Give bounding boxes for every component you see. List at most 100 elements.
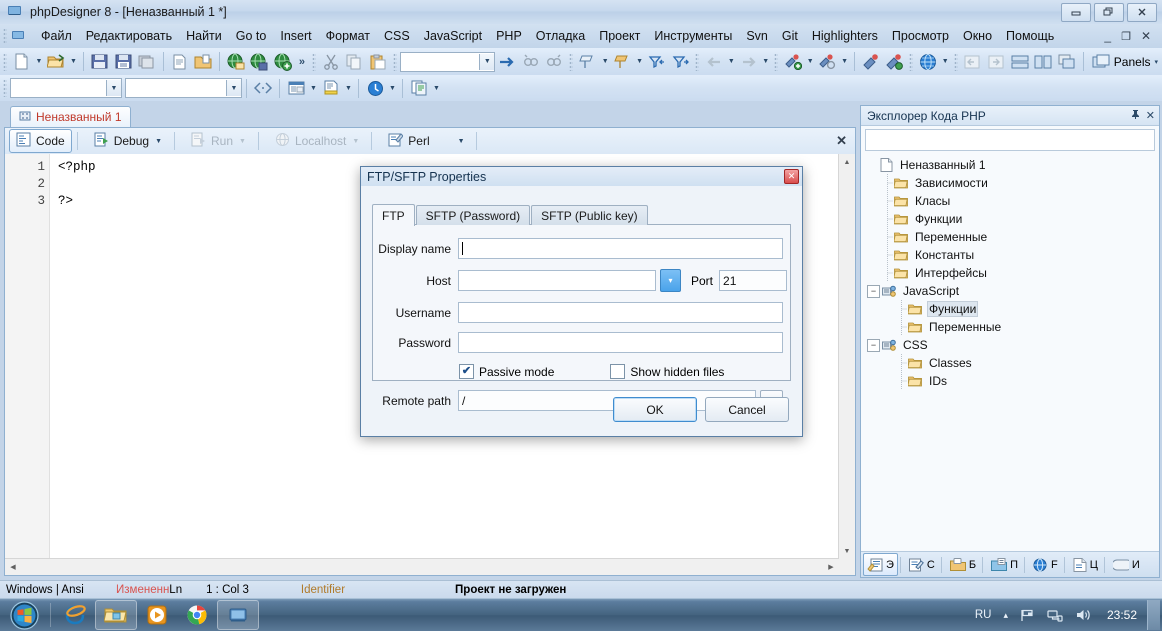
toolbar-gripper[interactable]: [569, 52, 574, 71]
editor-button-perl[interactable]: Perl ▼: [381, 129, 471, 153]
find-previous-icon[interactable]: [519, 50, 543, 73]
menu-item-insert[interactable]: Insert: [273, 26, 318, 46]
save-icon[interactable]: [88, 50, 112, 73]
bookmark-folder-icon[interactable]: [611, 50, 635, 73]
passive-mode-checkbox[interactable]: ✔: [459, 364, 474, 379]
next-document-icon[interactable]: [984, 50, 1008, 73]
prev-document-icon[interactable]: [961, 50, 985, 73]
code-template-dropdown-arrow[interactable]: ▼: [308, 78, 319, 99]
panel-tab-todo[interactable]: Ц: [1069, 553, 1102, 576]
close-button[interactable]: [1127, 2, 1157, 22]
sync-icon[interactable]: [363, 77, 387, 100]
tree-node[interactable]: Класы: [861, 192, 1159, 210]
panel-tab-ftp[interactable]: F: [1029, 553, 1062, 576]
bookmark-icon[interactable]: [576, 50, 600, 73]
code-tree[interactable]: Неназванный 1 Зависимости Класы Функции Пере…: [861, 153, 1159, 551]
tree-node[interactable]: Переменные: [861, 318, 1159, 336]
toolbar-gripper[interactable]: [909, 52, 914, 71]
tree-node[interactable]: Функции: [861, 210, 1159, 228]
bookmark-dropdown-arrow[interactable]: ▼: [600, 51, 611, 72]
tree-node[interactable]: − CSS: [861, 336, 1159, 354]
navigate-back-icon[interactable]: [702, 50, 726, 73]
tree-expander-icon[interactable]: −: [867, 338, 880, 352]
editor-button-code[interactable]: Code: [9, 129, 72, 153]
host-dropdown-button[interactable]: ▾: [660, 269, 681, 292]
menu-item-редактировать[interactable]: Редактировать: [79, 26, 179, 46]
minimize-button[interactable]: [1061, 2, 1091, 22]
clear-breakpoints-icon[interactable]: [859, 50, 883, 73]
split-horizontal-icon[interactable]: [1008, 50, 1032, 73]
chevron-down-icon[interactable]: ▼: [479, 53, 495, 70]
menu-item-найти[interactable]: Найти: [179, 26, 229, 46]
menu-item-формат[interactable]: Формат: [319, 26, 377, 46]
pin-icon[interactable]: [1130, 109, 1141, 123]
editor-vertical-scrollbar[interactable]: ▲: [838, 154, 855, 559]
open-file-dropdown-arrow[interactable]: ▼: [68, 51, 79, 72]
editor-button-localhost[interactable]: Localhost ▼: [268, 129, 366, 153]
toolbar-gripper[interactable]: [3, 52, 7, 71]
new-file-dropdown-arrow[interactable]: ▼: [34, 51, 45, 72]
show-hidden-files-checkbox[interactable]: [610, 364, 626, 379]
code-template-icon[interactable]: [284, 77, 308, 100]
dialog-tab-ftp[interactable]: FTP: [372, 204, 415, 226]
menu-item-файл[interactable]: Файл: [34, 26, 79, 46]
menu-item-окно[interactable]: Окно: [956, 26, 999, 46]
display-name-input[interactable]: [458, 238, 783, 259]
dialog-tab-sftp-public-key[interactable]: SFTP (Public key): [531, 205, 648, 225]
tree-expander-icon[interactable]: −: [867, 284, 880, 298]
cancel-button[interactable]: Cancel: [705, 397, 789, 422]
menu-item-go-to[interactable]: Go to: [229, 26, 274, 46]
scroll-down-arrow[interactable]: ▼: [839, 543, 855, 559]
mdi-restore-button[interactable]: ❐: [1116, 30, 1136, 43]
windows-start-icon[interactable]: [2, 600, 46, 630]
toolbar-gripper[interactable]: [3, 79, 7, 97]
mdi-close-button[interactable]: ✕: [1136, 29, 1156, 43]
dialog-close-button[interactable]: ✕: [784, 169, 799, 184]
web-save-icon[interactable]: [248, 50, 272, 73]
maximize-button[interactable]: [1094, 2, 1124, 22]
flag-icon[interactable]: [1014, 608, 1041, 622]
open-folder-icon[interactable]: [191, 50, 215, 73]
add-breakpoint-icon[interactable]: [781, 50, 805, 73]
navigate-forward-icon[interactable]: [737, 50, 761, 73]
menu-item-javascript[interactable]: JavaScript: [417, 26, 489, 46]
filter-prev-icon[interactable]: [645, 50, 669, 73]
edit-breakpoint-dropdown-arrow[interactable]: ▼: [839, 51, 850, 72]
debug-dropdown-arrow[interactable]: ▼: [155, 138, 162, 145]
sync-dropdown-arrow[interactable]: ▼: [387, 78, 398, 99]
tray-clock[interactable]: 23:52: [1097, 608, 1147, 622]
find-in-files-icon[interactable]: [543, 50, 567, 73]
panels-dropdown-arrow[interactable]: ▾: [1155, 58, 1159, 66]
ok-button[interactable]: OK: [613, 397, 697, 422]
taskbar-item-file-explorer[interactable]: [95, 600, 137, 630]
navigate-back-dropdown-arrow[interactable]: ▼: [726, 51, 737, 72]
menu-item-css[interactable]: CSS: [377, 26, 417, 46]
tree-node[interactable]: Classes: [861, 354, 1159, 372]
cascade-windows-icon[interactable]: [1055, 50, 1079, 73]
search-combo[interactable]: ▼: [399, 51, 496, 72]
new-file-icon[interactable]: [10, 50, 34, 73]
taskbar-item-chrome[interactable]: [177, 601, 217, 629]
find-next-icon[interactable]: [495, 50, 519, 73]
tree-node[interactable]: Функции: [861, 300, 1159, 318]
duplicate-line-dropdown-arrow[interactable]: ▼: [431, 78, 442, 99]
panel-tab-messages[interactable]: И: [1109, 553, 1144, 576]
tree-node[interactable]: Неназванный 1: [861, 156, 1159, 174]
port-input[interactable]: 21: [719, 270, 788, 291]
navigate-forward-dropdown-arrow[interactable]: ▼: [760, 51, 771, 72]
show-desktop-button[interactable]: [1147, 600, 1160, 630]
split-vertical-icon[interactable]: [1032, 50, 1056, 73]
toolbar-gripper[interactable]: [312, 52, 316, 71]
menu-item-highlighters[interactable]: Highlighters: [805, 26, 885, 46]
tree-node[interactable]: − JavaScript: [861, 282, 1159, 300]
toolbar-gripper[interactable]: [695, 52, 700, 71]
toolbar-gripper[interactable]: [953, 52, 958, 71]
panel-tab-library[interactable]: Б: [946, 553, 980, 576]
format-code-dropdown-arrow[interactable]: ▼: [343, 78, 354, 99]
tree-node[interactable]: Зависимости: [861, 174, 1159, 192]
chevron-down-icon[interactable]: ▼: [226, 80, 241, 96]
username-input[interactable]: [458, 302, 783, 323]
volume-icon[interactable]: [1069, 608, 1097, 622]
menu-item-инструменты[interactable]: Инструменты: [647, 26, 739, 46]
duplicate-line-icon[interactable]: [407, 77, 431, 100]
